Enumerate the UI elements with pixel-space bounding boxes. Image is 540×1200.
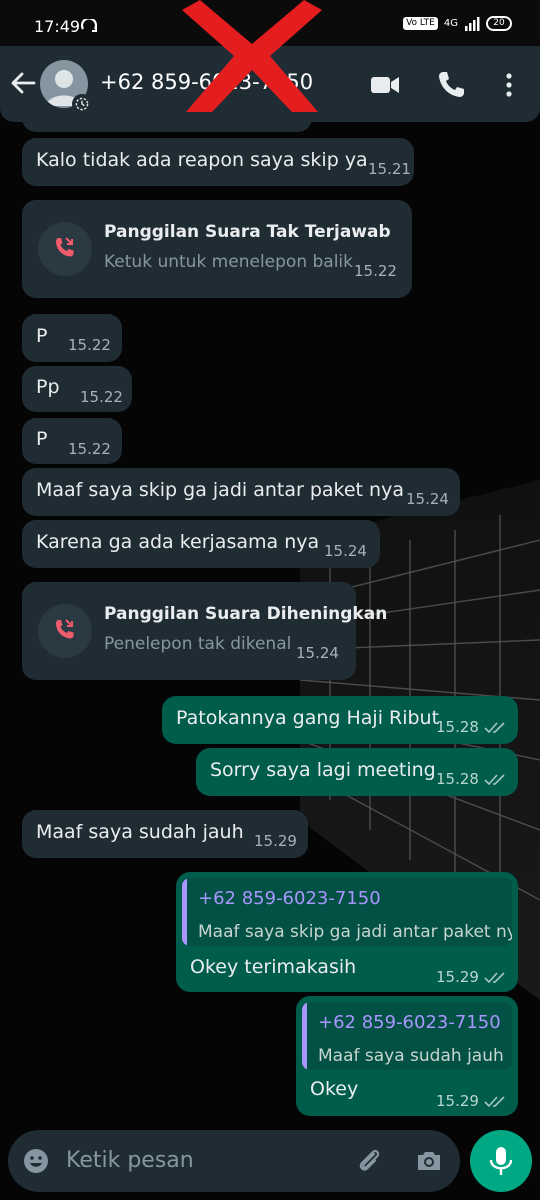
voice-record-button[interactable] [470, 1130, 532, 1192]
message-bubble-incoming[interactable]: Maaf saya skip ga jadi antar paket nya 1… [22, 468, 460, 516]
missed-call-bubble[interactable]: Panggilan Suara Tak Terjawab Ketuk untuk… [22, 200, 412, 298]
message-bubble-incoming[interactable]: Pp 15.22 [22, 366, 132, 412]
message-input-bar[interactable]: Ketik pesan [8, 1130, 460, 1192]
message-text: Kalo tidak ada reapon saya skip ya [36, 149, 368, 171]
microphone-icon [489, 1147, 513, 1175]
reply-bubble-outgoing[interactable]: +62 859-6023-7150 Maaf saya skip ga jadi… [176, 872, 518, 992]
quoted-text: Maaf saya sudah jauh [318, 1046, 504, 1066]
quote-accent-bar [182, 878, 187, 946]
message-bubble-incoming[interactable]: Kalo tidak ada reapon saya skip ya 15.21 [22, 138, 414, 186]
call-subtitle: Penelepon tak dikenal [104, 634, 292, 654]
missed-call-icon [56, 237, 74, 257]
message-time: 15.24 [324, 542, 367, 560]
read-ticks-icon [484, 722, 505, 734]
quote-accent-bar [302, 1002, 307, 1070]
quoted-sender: +62 859-6023-7150 [318, 1012, 501, 1033]
voice-call-icon[interactable] [434, 68, 468, 102]
message-text: Okey terimakasih [190, 956, 357, 978]
volte-badge: Vo LTE [403, 17, 438, 30]
quoted-text: Maaf saya skip ga jadi antar paket nya [198, 922, 512, 942]
message-text: Maaf saya sudah jauh [36, 821, 244, 843]
message-time: 15.28 [436, 718, 479, 736]
sync-icon [80, 19, 98, 32]
battery-indicator: 20 [486, 16, 512, 31]
emoji-icon[interactable] [22, 1147, 50, 1175]
back-arrow-icon[interactable] [8, 68, 38, 98]
call-icon-circle [38, 222, 92, 276]
message-time: 15.22 [80, 388, 123, 406]
red-cross-overlay [182, 0, 322, 112]
message-text: Pp [36, 376, 60, 398]
call-icon-circle [38, 604, 92, 658]
message-bubble-incoming[interactable]: P 15.22 [22, 418, 122, 464]
message-time: 15.24 [296, 644, 339, 662]
read-ticks-icon [484, 774, 505, 786]
call-title: Panggilan Suara Tak Terjawab [104, 222, 391, 242]
message-text: Sorry saya lagi meeting [210, 759, 436, 781]
quoted-sender: +62 859-6023-7150 [198, 888, 381, 909]
message-time: 15.22 [354, 262, 397, 280]
message-bubble-outgoing[interactable]: Patokannya gang Haji Ribut 15.28 [162, 696, 518, 744]
camera-icon[interactable] [414, 1146, 444, 1176]
call-title: Panggilan Suara Diheningkan [104, 604, 388, 624]
message-time: 15.29 [436, 968, 479, 986]
message-text: Karena ga ada kerjasama nya [36, 531, 320, 553]
read-ticks-icon [484, 972, 505, 984]
status-time: 17:49 [34, 17, 81, 36]
attach-icon[interactable] [354, 1146, 384, 1176]
message-time: 15.28 [436, 770, 479, 788]
read-ticks-icon [484, 1096, 505, 1108]
missed-call-icon [56, 619, 74, 639]
message-time: 15.29 [436, 1092, 479, 1110]
message-input-placeholder[interactable]: Ketik pesan [66, 1148, 194, 1173]
status-indicators: Vo LTE 4G 20 [403, 16, 512, 31]
message-time: 15.24 [406, 490, 449, 508]
silenced-call-bubble[interactable]: Panggilan Suara Diheningkan Penelepon ta… [22, 582, 387, 680]
message-time: 15.29 [254, 832, 297, 850]
quoted-message[interactable]: +62 859-6023-7150 Maaf saya sudah jauh [302, 1002, 512, 1070]
call-subtitle: Ketuk untuk menelepon balik [104, 252, 353, 272]
message-text: Okey [310, 1078, 359, 1100]
message-time: 15.22 [68, 440, 111, 458]
network-type: 4G [443, 18, 458, 29]
signal-icon [465, 16, 480, 31]
quoted-message[interactable]: +62 859-6023-7150 Maaf saya skip ga jadi… [182, 878, 512, 946]
message-text: Patokannya gang Haji Ribut [176, 707, 440, 729]
message-time: 15.21 [368, 160, 411, 178]
reply-bubble-outgoing[interactable]: +62 859-6023-7150 Maaf saya sudah jauh O… [296, 996, 518, 1116]
message-bubble-incoming[interactable]: P 15.22 [22, 314, 122, 362]
message-text: Maaf saya skip ga jadi antar paket nya [36, 479, 404, 501]
video-call-icon[interactable] [368, 68, 402, 102]
message-bubble-incoming[interactable]: Karena ga ada kerjasama nya 15.24 [22, 520, 380, 568]
message-bubble-incoming[interactable]: Maaf saya sudah jauh 15.29 [22, 810, 308, 858]
message-text: P [36, 325, 48, 347]
more-options-icon[interactable] [492, 68, 526, 102]
message-text: P [36, 428, 48, 450]
message-bubble-outgoing[interactable]: Sorry saya lagi meeting 15.28 [196, 748, 518, 796]
message-time: 15.22 [68, 336, 111, 354]
disappearing-timer-icon [72, 94, 92, 114]
